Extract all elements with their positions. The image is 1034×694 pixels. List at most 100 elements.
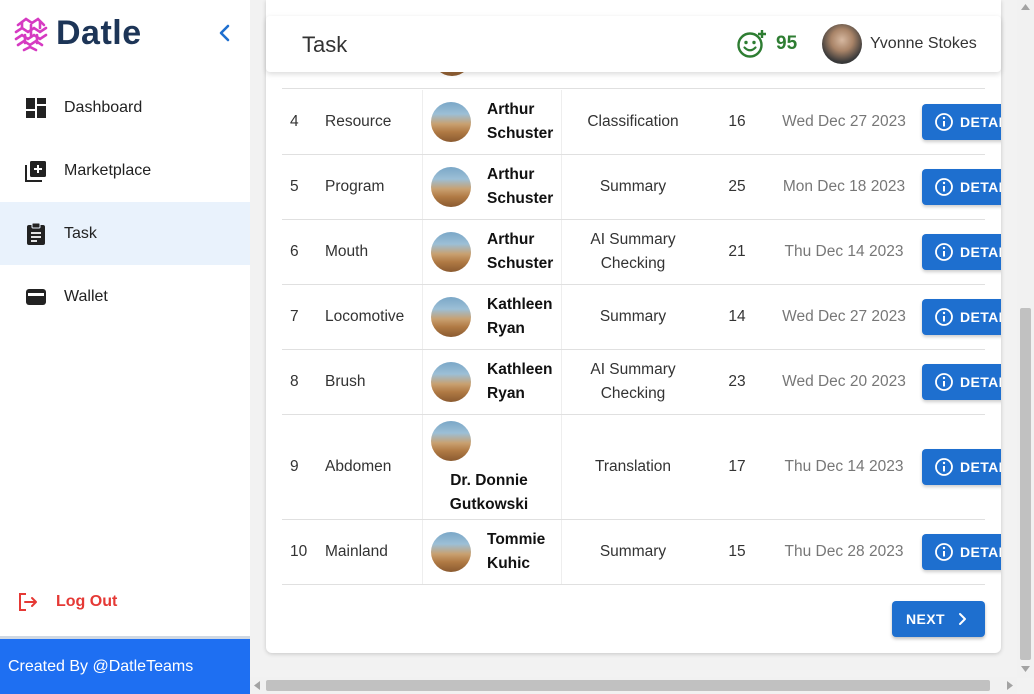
scrollbar-thumb[interactable]: [266, 680, 990, 691]
detail-cell: DETAIL: [922, 520, 1001, 584]
detail-button[interactable]: DETAIL: [922, 449, 1001, 485]
table-row: 6 Mouth Arthur Schuster AI Summary Check…: [282, 220, 1001, 285]
smiley-plus-icon: [737, 30, 766, 58]
detail-button[interactable]: DETAIL: [922, 169, 1001, 205]
task-count: 17: [728, 458, 746, 475]
sidebar-item-label: Dashboard: [64, 98, 143, 116]
task-count: 14: [728, 308, 746, 325]
row-number: 9: [290, 458, 299, 475]
task-date: Wed Dec 27 2023: [782, 113, 906, 130]
avatar: [822, 24, 862, 64]
info-icon: [935, 543, 953, 561]
scroll-down-icon[interactable]: [1021, 666, 1030, 672]
task-name: Locomotive: [325, 308, 405, 325]
detail-button[interactable]: DETAIL: [922, 104, 1001, 140]
detail-label: DETAIL: [960, 309, 1001, 325]
info-icon: [935, 243, 953, 261]
info-icon: [935, 458, 953, 476]
detail-cell: DETAIL: [922, 155, 1001, 219]
task-date: Mon Dec 18 2023: [782, 178, 906, 195]
task-type: Classification: [587, 113, 679, 130]
detail-button[interactable]: DETAIL: [922, 364, 1001, 400]
scroll-up-icon[interactable]: [1021, 4, 1030, 10]
user-name: Arthur Schuster: [487, 231, 554, 272]
chevron-right-icon: [958, 613, 966, 625]
task-type: Summary: [599, 308, 667, 325]
points-display: 95: [736, 28, 797, 60]
task-name: Resource: [325, 113, 392, 130]
scroll-right-icon[interactable]: [1007, 681, 1013, 690]
chevron-left-icon[interactable]: [214, 22, 236, 44]
detail-label: DETAIL: [960, 179, 1001, 195]
task-type: AI Summary Checking: [590, 361, 676, 402]
scrollbar-thumb[interactable]: [1020, 308, 1031, 660]
sidebar-nav: Dashboard Marketplace Task Wallet: [0, 76, 250, 328]
logout-label: Log Out: [56, 593, 118, 610]
avatar: [431, 232, 471, 272]
task-user: Dr. Donnie Gutkowski: [422, 415, 562, 519]
task-date: Wed Dec 27 2023: [782, 308, 906, 325]
user-name: Tommie Kuhic: [487, 531, 546, 572]
task-user: Kathleen Ryan: [422, 285, 562, 349]
task-name: Program: [325, 178, 385, 195]
task-type: AI Summary Checking: [590, 231, 676, 272]
info-icon: [935, 178, 953, 196]
row-number: 4: [290, 113, 299, 130]
detail-cell: DETAIL: [922, 415, 1001, 519]
task-name: Mouth: [325, 243, 369, 260]
detail-cell: DETAIL: [922, 90, 1001, 154]
row-number: 7: [290, 308, 299, 325]
task-date: Thu Dec 14 2023: [784, 458, 904, 475]
sidebar-item-marketplace[interactable]: Marketplace: [0, 139, 250, 202]
avatar: [431, 102, 471, 142]
sidebar-footer: Created By @DatleTeams: [0, 636, 250, 694]
user-name: Kathleen Ryan: [487, 296, 553, 337]
info-icon: [935, 373, 953, 391]
sidebar-item-task[interactable]: Task: [0, 202, 250, 265]
task-count: 21: [728, 243, 746, 260]
wallet-icon: [24, 285, 48, 309]
detail-label: DETAIL: [960, 374, 1001, 390]
user-name: Arthur Schuster: [487, 166, 554, 207]
detail-cell: DETAIL: [922, 350, 1001, 414]
logout-button[interactable]: Log Out: [16, 590, 117, 614]
task-name: Abdomen: [325, 458, 392, 475]
page-header: Task 95 Yvonne Stokes: [266, 16, 1001, 72]
task-count: 25: [728, 178, 746, 195]
user-name: Kathleen Ryan: [487, 361, 553, 402]
task-card: 4 Resource Arthur Schuster Classificatio…: [266, 0, 1001, 653]
task-name: Mainland: [325, 543, 388, 560]
next-page-button[interactable]: NEXT: [892, 601, 985, 637]
task-name: Brush: [325, 373, 366, 390]
detail-button[interactable]: DETAIL: [922, 534, 1001, 570]
scroll-left-icon[interactable]: [254, 681, 260, 690]
points-value: 95: [776, 33, 798, 54]
sidebar-item-label: Marketplace: [64, 161, 152, 179]
task-date: Thu Dec 28 2023: [784, 543, 904, 560]
horizontal-scrollbar[interactable]: [250, 677, 1017, 694]
detail-label: DETAIL: [960, 244, 1001, 260]
detail-label: DETAIL: [960, 544, 1001, 560]
sidebar-item-label: Task: [64, 224, 97, 242]
detail-button[interactable]: DETAIL: [922, 234, 1001, 270]
sidebar-item-dashboard[interactable]: Dashboard: [0, 76, 250, 139]
logout-icon: [19, 593, 37, 611]
user-profile[interactable]: Yvonne Stokes: [822, 24, 977, 64]
sidebar-item-wallet[interactable]: Wallet: [0, 265, 250, 328]
row-number: 6: [290, 243, 299, 260]
avatar: [431, 297, 471, 337]
task-type: Summary: [599, 543, 667, 560]
sidebar-item-label: Wallet: [64, 287, 108, 305]
user-name: Yvonne Stokes: [870, 35, 977, 52]
clipboard-icon: [24, 222, 48, 246]
sidebar: Datle Dashboard Marketplace Task Wallet …: [0, 0, 250, 694]
brand-logo[interactable]: Datle: [12, 14, 142, 53]
row-number: 8: [290, 373, 299, 390]
info-icon: [935, 113, 953, 131]
vertical-scrollbar[interactable]: [1017, 0, 1034, 678]
avatar: [431, 362, 471, 402]
task-count: 16: [728, 113, 746, 130]
table-row: 5 Program Arthur Schuster Summary 25 Mon…: [282, 155, 1001, 220]
detail-button[interactable]: DETAIL: [922, 299, 1001, 335]
avatar: [431, 421, 471, 461]
